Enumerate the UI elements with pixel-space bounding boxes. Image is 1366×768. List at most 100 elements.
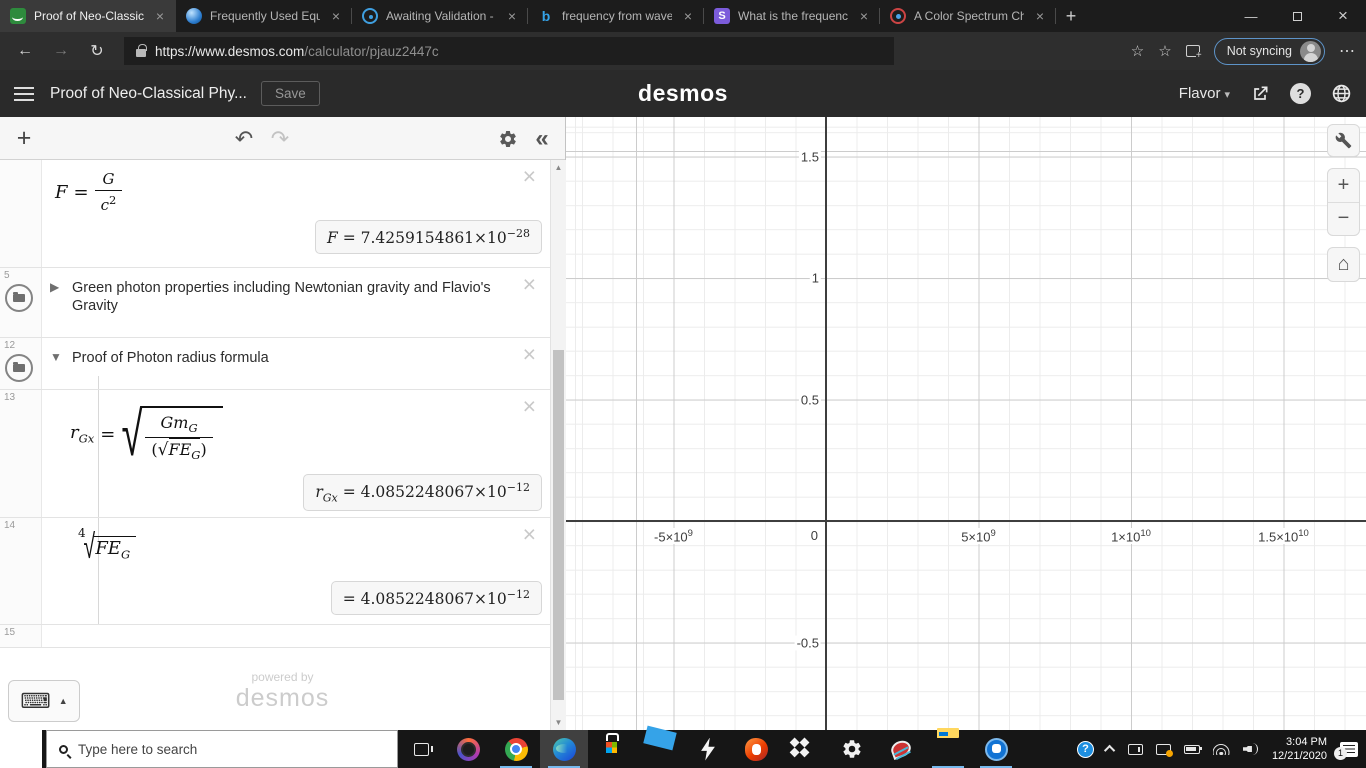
taskbar-app-pin[interactable] (972, 730, 1020, 768)
expression-scrollbar[interactable]: ▲ ▼ (550, 160, 566, 730)
show-hidden-icons-chevron[interactable] (1103, 744, 1116, 757)
save-button[interactable]: Save (260, 81, 320, 106)
refresh-icon[interactable]: ↻ (82, 41, 112, 61)
expression-latex[interactable]: rGx = √ GmG (√FEG) (70, 403, 223, 465)
row-gutter[interactable] (0, 160, 42, 267)
tab-what-is-the-frequency[interactable]: S What is the frequency o × (704, 0, 880, 32)
expression-latex[interactable]: F = Gc2 (55, 170, 123, 214)
folder-row-photon-radius[interactable]: 12 ▼ Proof of Photon radius formula × (0, 338, 550, 390)
tab-color-spectrum-chart[interactable]: A Color Spectrum Char × (880, 0, 1056, 32)
folder-title[interactable]: Proof of Photon radius formula (72, 349, 504, 367)
expression-content[interactable] (42, 625, 550, 647)
minimize-button[interactable]: — (1228, 0, 1274, 32)
tab-frequently-used-equations[interactable]: Frequently Used Equati × (176, 0, 352, 32)
volume-icon[interactable] (1243, 743, 1259, 755)
share-icon[interactable] (1250, 84, 1270, 104)
graph-canvas[interactable]: -5×109 0 5×109 1×1010 1.5×1010 1.5 1 0.5 -0.5 (566, 117, 1366, 730)
taskbar-app-store[interactable] (588, 730, 636, 768)
windows-ink-icon[interactable] (1127, 743, 1143, 755)
task-view-button[interactable] (398, 730, 444, 768)
taskbar-app-media-player[interactable] (444, 730, 492, 768)
collections-icon[interactable] (1185, 45, 1202, 60)
expression-content[interactable]: × 4 √ FEG = 4.0852248067×10−12 (42, 518, 550, 624)
delete-folder-icon[interactable]: × (523, 273, 536, 296)
redo-icon[interactable]: ↷ (264, 117, 296, 160)
expression-row-15-empty[interactable]: 15 (0, 625, 550, 648)
scroll-up-icon[interactable]: ▲ (551, 163, 566, 172)
tab-close-icon[interactable]: × (1032, 8, 1048, 24)
tab-close-icon[interactable]: × (680, 8, 696, 24)
profile-button[interactable]: Not syncing (1213, 37, 1325, 65)
folder-icon[interactable] (5, 284, 33, 312)
folder-content[interactable]: ▶ Green photon properties including Newt… (42, 268, 550, 337)
row-gutter[interactable]: 12 (0, 338, 42, 389)
account-menu[interactable]: Flavor ▾ (1179, 85, 1230, 102)
delete-expression-icon[interactable]: × (523, 523, 536, 546)
new-tab-button[interactable]: + (1056, 0, 1086, 32)
address-bar[interactable]: https://www.desmos.com/calculator/pjauz2… (124, 37, 894, 65)
folder-row-green-photon[interactable]: 5 ▶ Green photon properties including Ne… (0, 268, 550, 338)
delete-expression-icon[interactable]: × (523, 395, 536, 418)
folder-title[interactable]: Green photon properties including Newton… (72, 279, 504, 316)
browser-menu-icon[interactable]: ⋯ (1339, 41, 1356, 61)
taskbar-app-snipping-tool[interactable] (876, 730, 924, 768)
taskbar-app-chrome[interactable] (492, 730, 540, 768)
notification-center-icon[interactable]: 1 (1334, 741, 1358, 760)
help-icon[interactable]: ? (1290, 83, 1311, 104)
zoom-out-button[interactable]: − (1328, 201, 1359, 235)
cast-screen-icon[interactable] (1155, 743, 1173, 757)
tab-close-icon[interactable]: × (504, 8, 520, 24)
tab-close-icon[interactable]: × (328, 8, 344, 24)
show-keyboard-button[interactable]: ⌨ ▲ (8, 680, 80, 722)
graph-title[interactable]: Proof of Neo-Classical Phy... (50, 85, 247, 103)
expression-content[interactable]: × rGx = √ GmG (√FEG) rGx = 4.0852248067×… (42, 390, 550, 517)
graph-settings-button[interactable] (1327, 124, 1360, 157)
scroll-down-icon[interactable]: ▼ (551, 718, 566, 727)
expression-row-14[interactable]: 14 × 4 √ FEG = 4.0852248067×10−12 (0, 518, 550, 625)
taskbar-app-file-explorer[interactable] (924, 730, 972, 768)
expression-content[interactable]: × F = Gc2 F = 7.4259154861×10−28 (42, 160, 550, 267)
row-gutter[interactable]: 14 (0, 518, 42, 624)
tab-close-icon[interactable]: × (856, 8, 872, 24)
row-gutter[interactable]: 5 (0, 268, 42, 337)
add-favorite-icon[interactable]: ☆ (1131, 42, 1144, 60)
forward-icon[interactable]: → (46, 42, 76, 60)
expression-row-4[interactable]: × F = Gc2 F = 7.4259154861×10−28 (0, 160, 550, 268)
expression-latex[interactable]: 4 √ FEG (78, 526, 137, 564)
folder-icon[interactable] (5, 354, 33, 382)
collapse-panel-icon[interactable]: « (526, 117, 558, 160)
folder-collapsed-caret-icon[interactable]: ▶ (50, 280, 59, 294)
close-button[interactable]: × (1320, 0, 1366, 32)
undo-icon[interactable]: ↶ (228, 117, 260, 160)
tab-frequency-from-wavelength[interactable]: b frequency from wavelen × (528, 0, 704, 32)
row-gutter[interactable]: 15 (0, 625, 42, 647)
zoom-in-button[interactable]: + (1328, 169, 1359, 202)
taskbar-app-dropbox[interactable] (780, 730, 828, 768)
tab-desmos-calculator[interactable]: Proof of Neo-Classical P × (0, 0, 176, 32)
url-text[interactable]: https://www.desmos.com/calculator/pjauz2… (155, 44, 439, 59)
taskbar-app-edge[interactable] (540, 730, 588, 768)
tab-awaiting-validation[interactable]: Awaiting Validation - Sc × (352, 0, 528, 32)
battery-icon[interactable] (1183, 744, 1203, 754)
expression-row-13[interactable]: 13 × rGx = √ GmG (√FEG) rGx = 4.08522480… (0, 390, 550, 518)
help-tray-icon[interactable]: ? (1076, 740, 1094, 758)
folder-expanded-caret-icon[interactable]: ▼ (50, 350, 62, 364)
scrollbar-thumb[interactable] (553, 350, 564, 700)
hamburger-menu-icon[interactable] (14, 86, 34, 101)
favorites-bar-icon[interactable]: ☆ (1158, 42, 1171, 60)
delete-expression-icon[interactable]: × (523, 165, 536, 188)
restore-button[interactable] (1274, 0, 1320, 32)
taskbar-app-settings[interactable] (828, 730, 876, 768)
default-viewport-button[interactable]: ⌂ (1327, 247, 1360, 282)
taskbar-app-bolt[interactable] (684, 730, 732, 768)
wifi-icon[interactable] (1212, 743, 1230, 755)
tab-close-icon[interactable]: × (152, 8, 168, 24)
back-icon[interactable]: ← (10, 42, 40, 60)
delete-folder-icon[interactable]: × (523, 343, 536, 366)
taskbar-app-mail[interactable] (636, 730, 684, 768)
folder-content[interactable]: ▼ Proof of Photon radius formula × (42, 338, 550, 389)
add-expression-button[interactable]: + (8, 117, 40, 160)
taskbar-clock[interactable]: 3:04 PM 12/21/2020 (1272, 735, 1327, 764)
taskbar-app-office[interactable] (732, 730, 780, 768)
row-gutter[interactable]: 13 (0, 390, 42, 517)
